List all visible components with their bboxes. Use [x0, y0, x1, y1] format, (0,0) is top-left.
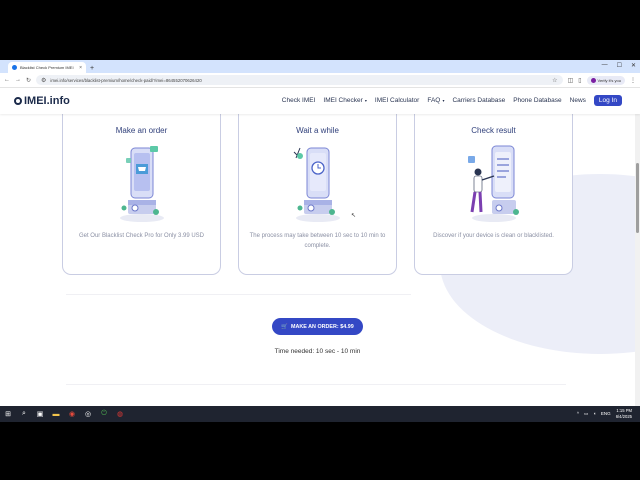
- windows-taskbar: ⊞ ⌕ ▣ ▬ ◉ ◎ ⏻ ◍ ^ ▭ ◖ ENG 1:15 PM 6/4/20…: [0, 406, 640, 422]
- nav-carriers-database[interactable]: Carriers Database: [452, 97, 505, 104]
- clock-date: 6/4/2025: [615, 413, 632, 419]
- nav-imei-calculator[interactable]: IMEI Calculator: [375, 97, 419, 104]
- network-icon[interactable]: ▭: [584, 411, 588, 417]
- letterbox-bottom: [0, 422, 640, 480]
- bookmark-star-icon[interactable]: ☆: [552, 77, 557, 84]
- site-logo[interactable]: IMEI.info: [14, 95, 70, 107]
- nav-imei-checker-label: IMEI Checker: [323, 97, 363, 104]
- reload-icon[interactable]: ↻: [26, 77, 31, 84]
- profile-chip[interactable]: Verify it's you: [586, 75, 625, 85]
- chrome-icon[interactable]: ◉: [67, 409, 77, 419]
- task-view-icon[interactable]: ▣: [35, 409, 45, 419]
- mouse-cursor-icon: ↖: [351, 213, 357, 219]
- logo-text: IMEI.info: [24, 95, 70, 107]
- card-description: Get Our Blacklist Check Pro for Only 3.9…: [78, 233, 205, 239]
- nav-check-imei[interactable]: Check IMEI: [282, 97, 316, 104]
- divider: [66, 294, 411, 295]
- url-text: imei.info/services/blacklist-premium/hom…: [50, 77, 202, 83]
- cart-icon: 🛒: [281, 323, 288, 330]
- favicon-icon: [12, 65, 17, 70]
- card-title: Make an order: [115, 126, 168, 135]
- forward-icon[interactable]: →: [15, 77, 21, 83]
- scrollbar-thumb[interactable]: [636, 163, 639, 233]
- page-content: Make an order Get Our Blacklist Check Pr…: [0, 114, 640, 422]
- app-icon[interactable]: ◎: [83, 409, 93, 419]
- divider: [66, 384, 566, 385]
- person-phone-illustration-icon: [464, 142, 524, 229]
- address-bar[interactable]: ⚙ imei.info/services/blacklist-premium/h…: [36, 75, 563, 85]
- record-app-icon[interactable]: ◍: [115, 409, 125, 419]
- minimize-icon[interactable]: —: [602, 62, 608, 69]
- site-info-icon[interactable]: ⚙: [41, 77, 46, 84]
- nav-faq-label: FAQ: [427, 97, 441, 104]
- phone-clock-illustration-icon: [288, 142, 348, 229]
- menu-dots-icon[interactable]: ⋮: [630, 77, 636, 84]
- clock-time: 1:15 PM: [616, 408, 632, 413]
- screen: Blacklist Check Premium IMEI × + — ☐ ✕ ←…: [0, 60, 640, 422]
- logo-ring-icon: [14, 97, 22, 105]
- browser-tab-strip: Blacklist Check Premium IMEI × + — ☐ ✕: [0, 60, 640, 73]
- chevron-down-icon: ▾: [363, 98, 367, 103]
- window-controls: — ☐ ✕: [602, 62, 636, 69]
- time-needed-text: Time needed: 10 sec - 10 min: [274, 348, 361, 355]
- step-card-check-result: Check result Discover if your device is …: [414, 114, 573, 275]
- volume-icon[interactable]: ◖: [593, 411, 596, 416]
- back-icon[interactable]: ←: [4, 77, 10, 83]
- nav-imei-checker[interactable]: IMEI Checker ▾: [323, 97, 367, 104]
- power-app-icon[interactable]: ⏻: [99, 409, 109, 419]
- address-row: ← → ↻ ⚙ imei.info/services/blacklist-pre…: [0, 73, 640, 88]
- make-order-button[interactable]: 🛒 MAKE AN ORDER: $4.99: [272, 318, 363, 335]
- card-description: Discover if your device is clean or blac…: [433, 233, 554, 239]
- nav-phone-database[interactable]: Phone Database: [513, 97, 561, 104]
- side-panel-icon[interactable]: ▯: [578, 77, 581, 84]
- browser-tab[interactable]: Blacklist Check Premium IMEI ×: [8, 62, 86, 73]
- make-order-label: MAKE AN ORDER: $4.99: [291, 323, 354, 330]
- step-card-wait: Wait a while The process may take betwee…: [238, 114, 397, 275]
- letterbox-top: [0, 0, 640, 60]
- avatar: [590, 77, 596, 83]
- chevron-down-icon: ▾: [441, 98, 445, 103]
- windows-start-icon[interactable]: ⊞: [3, 409, 13, 419]
- nav-faq[interactable]: FAQ ▾: [427, 97, 444, 104]
- search-icon[interactable]: ⌕: [19, 409, 29, 419]
- tab-title: Blacklist Check Premium IMEI: [20, 65, 74, 70]
- site-header: IMEI.info Check IMEI IMEI Checker ▾ IMEI…: [0, 88, 640, 114]
- language-indicator[interactable]: ENG: [601, 411, 611, 416]
- login-button[interactable]: Log In: [593, 95, 622, 106]
- file-explorer-icon[interactable]: ▬: [51, 409, 61, 419]
- profile-label: Verify it's you: [597, 77, 621, 83]
- main-nav: Check IMEI IMEI Checker ▾ IMEI Calculato…: [282, 95, 622, 106]
- system-tray: ^ ▭ ◖ ENG 1:15 PM 6/4/2025: [577, 408, 632, 419]
- tray-chevron-icon[interactable]: ^: [577, 411, 579, 416]
- nav-news[interactable]: News: [570, 97, 586, 104]
- close-window-icon[interactable]: ✕: [631, 62, 636, 69]
- page-scrollbar[interactable]: [635, 88, 640, 422]
- close-tab-icon[interactable]: ×: [79, 65, 82, 71]
- step-card-make-order: Make an order Get Our Blacklist Check Pr…: [62, 114, 221, 275]
- card-description: The process may take between 10 sec to 1…: [249, 233, 386, 249]
- card-title: Wait a while: [296, 126, 339, 135]
- maximize-icon[interactable]: ☐: [617, 62, 622, 69]
- new-tab-button[interactable]: +: [90, 65, 94, 72]
- extensions-icon[interactable]: ◫: [568, 77, 574, 84]
- clock[interactable]: 1:15 PM 6/4/2025: [616, 408, 632, 419]
- card-title: Check result: [471, 126, 516, 135]
- phone-cart-illustration-icon: [112, 142, 172, 229]
